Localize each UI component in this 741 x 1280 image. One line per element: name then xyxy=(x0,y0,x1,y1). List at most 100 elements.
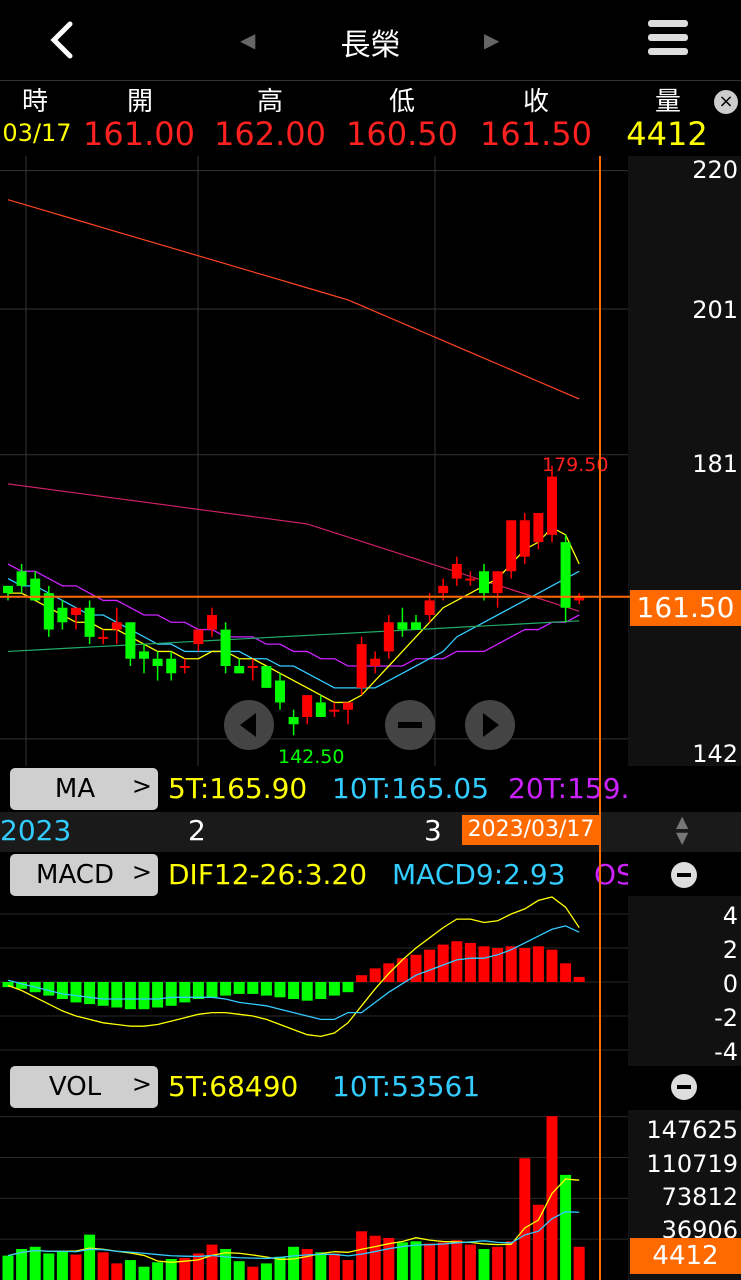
ma10-value: 10T:165.05 xyxy=(332,772,490,805)
macd-axis-label: -4 xyxy=(714,1038,738,1066)
volume-bar xyxy=(2,1255,14,1280)
collapse-vol-icon[interactable] xyxy=(671,1074,697,1100)
date-month-3: 3 xyxy=(424,814,442,847)
macd-histogram-bar xyxy=(560,963,572,982)
candle-body xyxy=(179,666,190,668)
candle-body xyxy=(424,600,435,615)
candle-body xyxy=(71,607,81,615)
ma-button-label: MA xyxy=(54,774,96,804)
date-month-2: 2 xyxy=(188,814,206,847)
candle-body xyxy=(234,666,245,674)
vol-button-label: VOL xyxy=(48,1072,102,1102)
macd-histogram-bar xyxy=(396,958,408,982)
low-annotation: 142.50 xyxy=(278,746,345,768)
macd-histogram-bar xyxy=(70,982,82,1003)
volume-bar xyxy=(424,1243,436,1280)
volume-bar xyxy=(478,1249,490,1280)
volume-bar xyxy=(301,1249,313,1280)
macd-histogram-bar xyxy=(152,982,164,1008)
vol-button[interactable]: VOL > xyxy=(10,1066,158,1108)
candle-body xyxy=(411,622,421,630)
macd-histogram-bar xyxy=(138,982,150,1010)
macd-axis-label: -2 xyxy=(714,1004,738,1032)
volume-bar xyxy=(505,1241,517,1280)
candle-body xyxy=(492,571,503,594)
volume-bar xyxy=(124,1260,136,1280)
volume-bar xyxy=(437,1242,449,1280)
chevron-right-icon: > xyxy=(131,1070,152,1098)
candle-body xyxy=(329,709,340,712)
volume-bar xyxy=(260,1263,272,1280)
volume-bar xyxy=(451,1240,463,1280)
volume-bar xyxy=(70,1254,82,1280)
volume-bar xyxy=(396,1242,408,1280)
chevron-right-icon: > xyxy=(131,772,152,800)
vol10-value: 10T:53561 xyxy=(332,1070,481,1103)
value-time: 03/17 xyxy=(2,119,72,147)
macd-histogram-bar xyxy=(342,982,354,993)
price-axis-label: 201 xyxy=(692,296,738,324)
candle-body xyxy=(111,622,122,630)
zoom-out-icon[interactable] xyxy=(385,700,435,750)
volume-bar xyxy=(288,1246,300,1280)
candle-body xyxy=(152,658,163,666)
macd-histogram-bar xyxy=(84,982,96,1005)
volume-bar xyxy=(410,1241,422,1280)
macd-histogram-bar xyxy=(328,982,340,996)
scroll-left-icon[interactable] xyxy=(224,700,274,750)
volume-bar xyxy=(111,1263,123,1280)
candle-body xyxy=(43,593,54,630)
dif-value: DIF12-26:3.20 xyxy=(168,858,368,891)
volume-bar xyxy=(560,1174,572,1280)
candle-body xyxy=(560,542,571,608)
resize-handle-icon[interactable]: ▲ ▼ xyxy=(676,814,688,846)
cursor-line xyxy=(599,156,601,1280)
macd-histogram-bar xyxy=(301,982,313,1001)
volume-bar xyxy=(532,1204,544,1280)
label-close: 收 xyxy=(522,87,549,117)
candle-body xyxy=(302,695,313,717)
triangle-right-icon[interactable]: ▶ xyxy=(484,28,499,52)
candle-body xyxy=(506,520,517,572)
volume-bar xyxy=(56,1251,68,1280)
candle-body xyxy=(370,658,381,666)
candle-body xyxy=(57,607,68,623)
chevron-right-icon: > xyxy=(131,858,152,886)
scroll-right-icon[interactable] xyxy=(465,700,515,750)
ma-button[interactable]: MA > xyxy=(10,768,158,810)
volume-bar xyxy=(342,1260,354,1280)
hamburger-menu-icon[interactable] xyxy=(648,20,688,60)
macd-histogram-bar xyxy=(274,982,286,998)
vol-axis-label: 73812 xyxy=(661,1183,738,1211)
candle-body xyxy=(125,622,136,659)
candle-body xyxy=(84,607,95,637)
candle-body xyxy=(288,717,299,725)
macd-button[interactable]: MACD > xyxy=(10,854,158,896)
volume-bar xyxy=(369,1235,381,1280)
volume-bar xyxy=(464,1244,476,1280)
macd-histogram-bar xyxy=(464,942,476,982)
close-icon[interactable]: × xyxy=(714,90,738,114)
value-close: 161.50 xyxy=(480,115,592,153)
date-bar xyxy=(0,812,741,852)
volume-bar xyxy=(546,1116,558,1280)
macd-axis-label: 0 xyxy=(722,970,738,998)
candle-body xyxy=(193,629,204,645)
candle-body xyxy=(315,702,326,717)
volume-bar xyxy=(29,1246,41,1280)
collapse-macd-icon[interactable] xyxy=(671,862,697,888)
vol-axis-label: 110719 xyxy=(646,1150,738,1178)
macd-button-label: MACD xyxy=(36,860,114,890)
macd-histogram-bar xyxy=(519,948,531,982)
macd-histogram-bar xyxy=(220,982,232,996)
price-axis-label: 142 xyxy=(692,740,738,768)
macd-histogram-bar xyxy=(233,982,245,994)
macd-histogram-bar xyxy=(369,968,381,982)
quote-strip: 時 開 高 低 收 量 03/17 161.00 162.00 160.50 1… xyxy=(0,80,741,158)
volume-bar xyxy=(138,1266,150,1280)
macd-histogram-bar xyxy=(165,982,177,1006)
label-time: 時 xyxy=(21,87,48,117)
candle-body xyxy=(356,644,367,688)
ma5-value: 5T:165.90 xyxy=(168,772,308,805)
price-axis-label: 220 xyxy=(692,156,738,184)
